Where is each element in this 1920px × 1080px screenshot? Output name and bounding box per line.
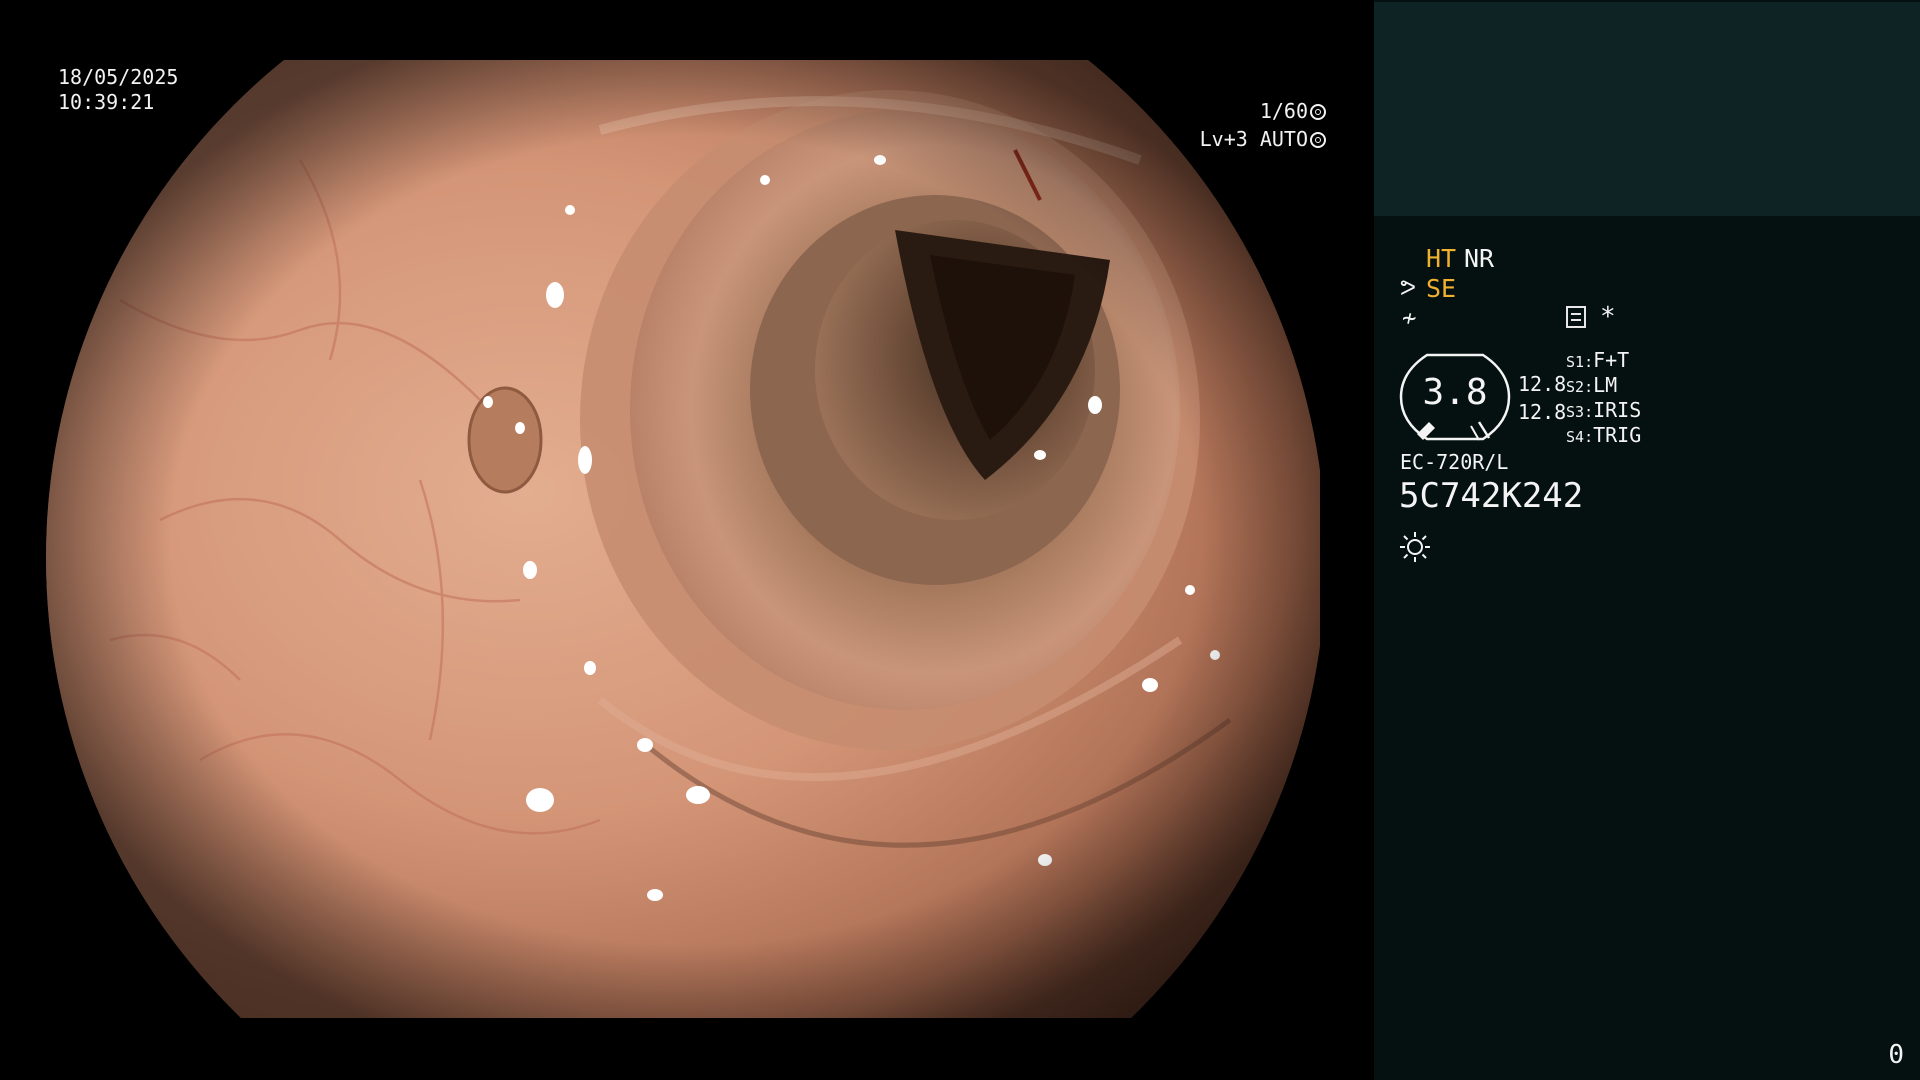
- switch-s1-value: F+T: [1593, 348, 1630, 372]
- iris-level-value: Lv+3 AUTO: [1199, 127, 1308, 151]
- page-counter: 0: [1888, 1040, 1904, 1070]
- switch-s4-key: S4: [1566, 428, 1585, 446]
- shutter-speed: 1/60: [1260, 98, 1326, 124]
- gauge-value: 3.8: [1422, 372, 1488, 413]
- mode-nr-label: NR: [1464, 244, 1495, 273]
- shutter-speed-value: 1/60: [1259, 99, 1308, 123]
- switch-s4-value: TRIG: [1593, 423, 1642, 447]
- mode-se-label: SE: [1426, 274, 1457, 303]
- value-lower: 12.8: [1518, 400, 1567, 424]
- switch-s3-key: S3: [1566, 403, 1585, 421]
- switch-s3-value: IRIS: [1593, 398, 1642, 422]
- patient-info-header: [1374, 2, 1920, 216]
- endoscopic-image: [0, 0, 1374, 1080]
- freeze-icon: ≁: [1402, 304, 1417, 332]
- switch-s4: S4:TRIG: [1566, 423, 1642, 447]
- memo-icon: [1566, 306, 1586, 328]
- mode-ht-label: HT: [1426, 244, 1457, 273]
- switch-s1: S1:F+T: [1566, 348, 1630, 372]
- capture-time: 10:39:21: [58, 90, 155, 114]
- aperture-icon: [1310, 104, 1326, 120]
- value-upper: 12.8: [1518, 372, 1567, 396]
- switch-s3: S3:IRIS: [1566, 398, 1642, 422]
- iris-icon: [1310, 132, 1326, 148]
- scope-serial: 5C742K242: [1399, 476, 1584, 516]
- endoscope-video-area: 18/05/2025 10:39:21 1/60 Lv+3 AUTO: [0, 0, 1374, 1080]
- capture-date: 18/05/2025: [58, 65, 179, 89]
- switch-s2-key: S2: [1566, 378, 1585, 396]
- switch-s2: S2:LM: [1566, 373, 1618, 397]
- light-icon: [1400, 532, 1430, 562]
- switch-s1-key: S1: [1566, 353, 1585, 371]
- asterisk-icon: *: [1600, 302, 1616, 332]
- iris-level: Lv+3 AUTO: [1200, 126, 1326, 152]
- scope-tip-icon: ᕗ: [1400, 276, 1416, 301]
- scope-model: EC-720R/L: [1400, 450, 1509, 474]
- switch-s2-value: LM: [1593, 373, 1618, 397]
- info-panel: HT NR ᕗ SE ≁ * 3.8 12.8 12.8 S1:F+T S2:L…: [1374, 0, 1920, 1080]
